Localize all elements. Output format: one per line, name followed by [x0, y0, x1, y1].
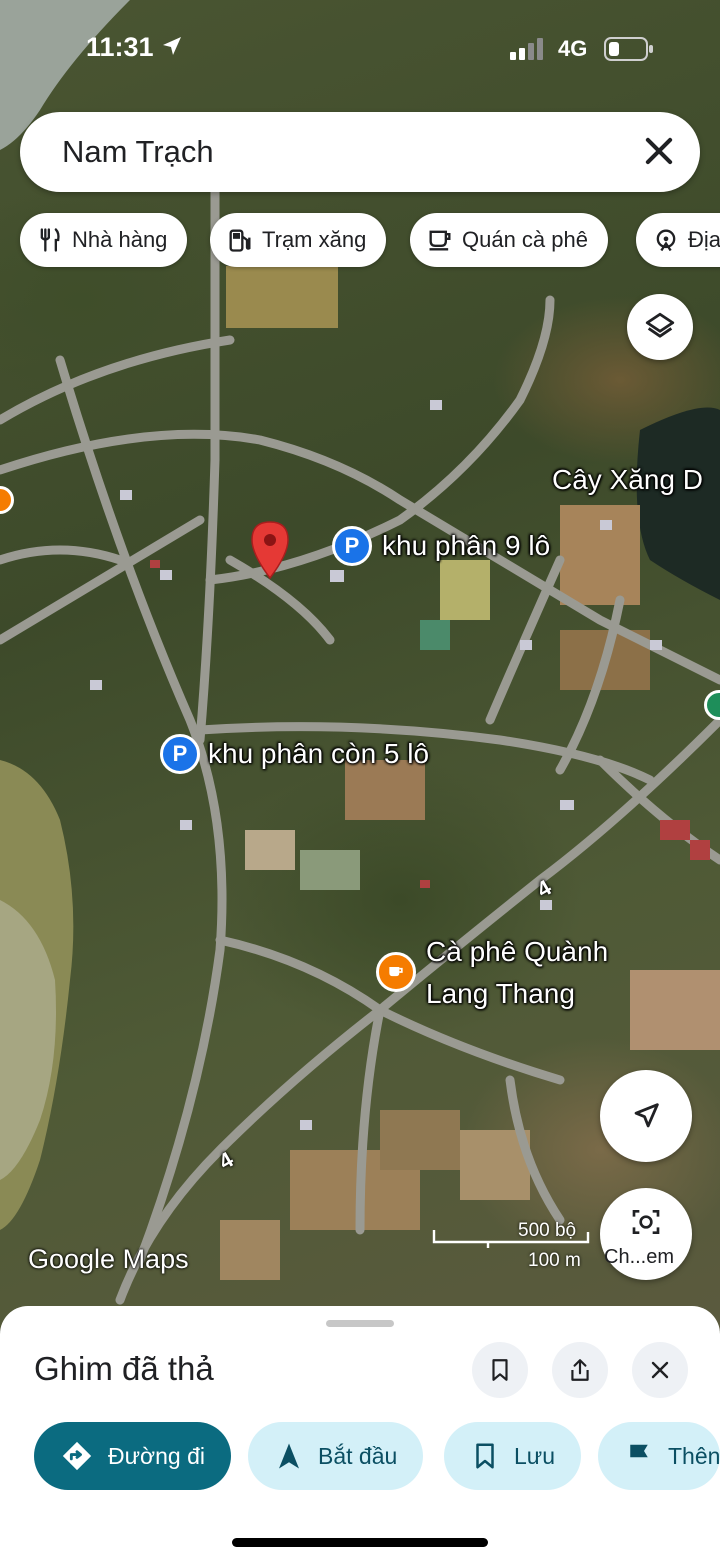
map-label-parking-5[interactable]: khu phân còn 5 lô: [208, 738, 429, 770]
category-chips: Nhà hàng Trạm xăng Quán cà phê Địa: [20, 213, 720, 267]
search-input[interactable]: Nam Trạch: [62, 134, 214, 170]
parking-icon[interactable]: P: [160, 734, 200, 774]
chip-label: Địa: [688, 227, 720, 252]
chip-label: Nhà hàng: [72, 227, 168, 252]
scale-meters: 100 m: [528, 1250, 581, 1271]
parking-icon[interactable]: P: [332, 526, 372, 566]
battery-icon: [604, 37, 653, 61]
bookmark-icon: [492, 1359, 508, 1381]
layers-icon: [645, 312, 675, 338]
bookmark-icon: [476, 1443, 494, 1469]
navigation-arrow-icon: [279, 1443, 299, 1469]
directions-label: Đường đi: [108, 1442, 205, 1469]
location-arrow-icon: [163, 37, 181, 55]
directions-button[interactable]: Đường đi: [34, 1422, 231, 1490]
attraction-icon: [656, 229, 676, 252]
chip-label: Quán cà phê: [462, 227, 588, 252]
chip-label: Trạm xăng: [262, 227, 367, 252]
share-icon: [571, 1359, 589, 1381]
save-icon-button[interactable]: [472, 1342, 528, 1398]
close-sheet-button[interactable]: [632, 1342, 688, 1398]
bottom-sheet[interactable]: Ghim đã thả Đường đi Bắt đầu Lưu Thên: [0, 1306, 720, 1560]
network-type: 4G: [558, 36, 588, 61]
coffee-cup-icon: [389, 967, 403, 977]
search-bar[interactable]: Nam Trạch: [20, 112, 700, 192]
camera-scan-icon: [632, 1210, 660, 1234]
save-button[interactable]: Lưu: [444, 1422, 581, 1490]
chip-attractions[interactable]: Địa: [636, 213, 720, 267]
navigation-arrow-icon: [634, 1103, 659, 1128]
map-view[interactable]: 11:31 4G Nam Trạch Nhà hàng Trạm xăng Qu…: [0, 0, 720, 1330]
layers-button[interactable]: [627, 294, 693, 360]
close-icon: [651, 1361, 669, 1379]
fork-knife-icon: [40, 228, 60, 252]
save-label: Lưu: [514, 1442, 555, 1469]
dropped-pin-marker[interactable]: [248, 520, 292, 582]
my-location-button[interactable]: [600, 1070, 692, 1162]
signal-bars-icon: [510, 38, 543, 60]
scale-bar: [432, 1230, 590, 1248]
chip-gas-stations[interactable]: Trạm xăng: [210, 213, 387, 267]
coffee-cup-icon: [429, 230, 451, 251]
close-icon[interactable]: [640, 132, 678, 170]
street-view-label: Ch...em: [604, 1246, 675, 1268]
start-label: Bắt đầu: [318, 1442, 398, 1469]
sheet-grabber[interactable]: [326, 1320, 394, 1327]
map-label-cafe-line1[interactable]: Cà phê Quành: [426, 936, 608, 968]
cafe-icon[interactable]: [376, 952, 416, 992]
sheet-title: Ghim đã thả: [34, 1350, 214, 1387]
more-button[interactable]: Thên: [598, 1422, 720, 1490]
start-button[interactable]: Bắt đầu: [248, 1422, 424, 1490]
map-label-cafe-line2[interactable]: Lang Thang: [426, 978, 575, 1010]
map-label-parking-9[interactable]: khu phân 9 lô: [382, 530, 550, 562]
status-time: 11:31: [86, 32, 154, 62]
directions-icon: [62, 1441, 92, 1471]
flag-icon: [630, 1444, 648, 1468]
gas-pump-icon: [229, 229, 251, 252]
share-button[interactable]: [552, 1342, 608, 1398]
chip-cafes[interactable]: Quán cà phê: [410, 213, 608, 267]
home-indicator: [232, 1538, 488, 1547]
map-label-gas-station[interactable]: Cây Xăng D: [552, 464, 703, 496]
more-label: Thên: [668, 1442, 720, 1469]
chip-restaurants[interactable]: Nhà hàng: [20, 213, 188, 267]
google-maps-logo: Google Maps: [28, 1244, 189, 1274]
